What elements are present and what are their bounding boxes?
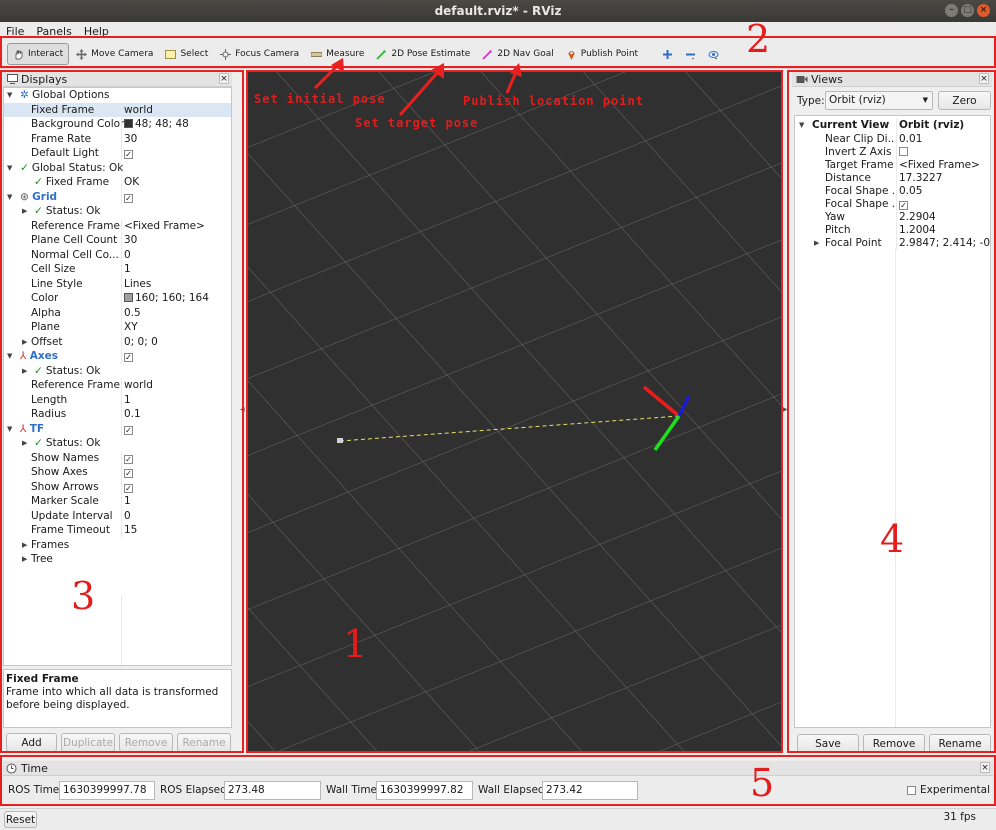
arrowhead-publish-point bbox=[510, 63, 522, 77]
arrow-publish-point bbox=[505, 71, 518, 94]
arrow-initial-pose bbox=[313, 63, 340, 90]
annotation-arrows bbox=[313, 58, 522, 116]
rviz-window: default.rviz* - RViz – □ × File Panels H… bbox=[0, 0, 996, 830]
arrow-target-pose bbox=[398, 71, 440, 116]
